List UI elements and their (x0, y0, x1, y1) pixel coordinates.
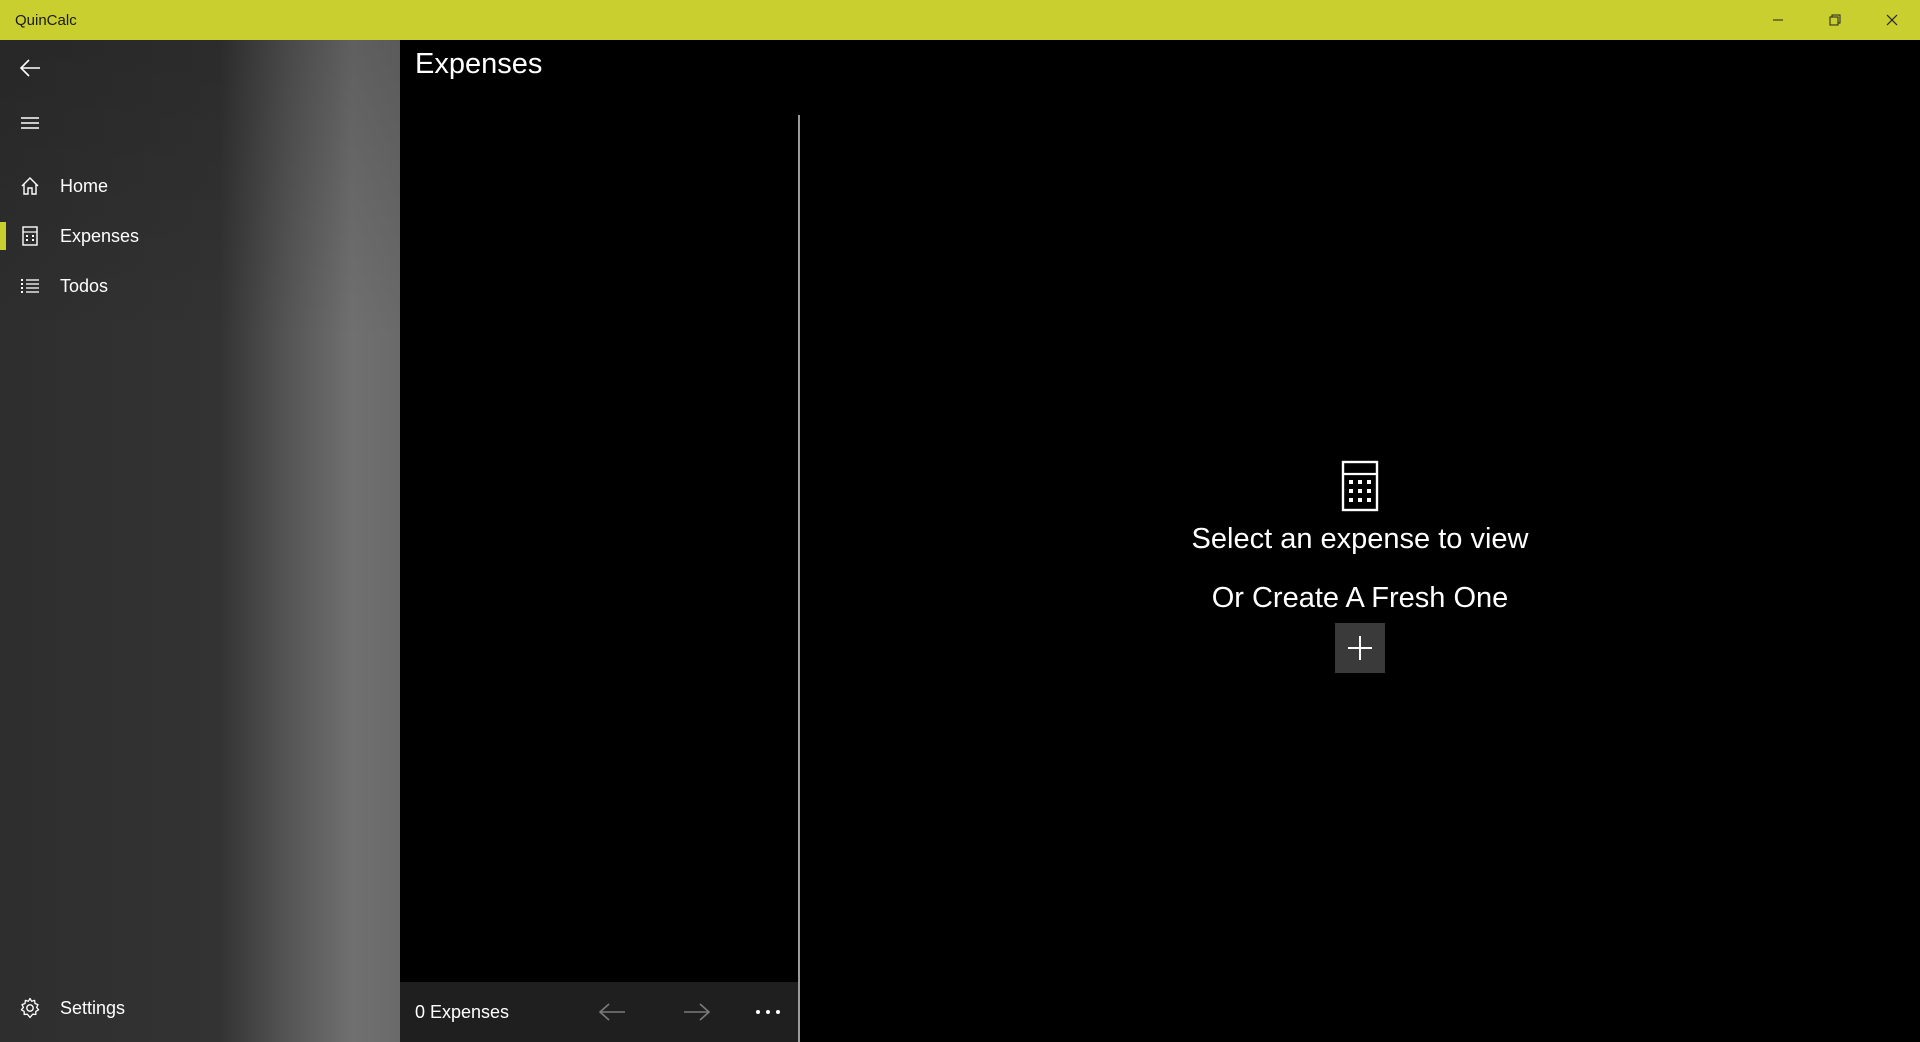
plus-icon (1348, 636, 1372, 660)
nav-item-label: Home (60, 175, 109, 196)
expense-list[interactable] (400, 115, 798, 982)
nav-item-home[interactable]: Home (0, 161, 400, 211)
restore-icon (1829, 14, 1840, 26)
nav-item-expenses[interactable]: Expenses (0, 211, 400, 261)
hamburger-icon (21, 117, 39, 129)
restore-button[interactable] (1806, 0, 1863, 40)
next-button[interactable] (669, 988, 725, 1036)
arrow-left-icon (598, 1003, 625, 1021)
app-title: QuinCalc (15, 11, 77, 29)
minimize-icon (1772, 19, 1783, 21)
navigation-pane: Home Expenses Todos Settings (0, 40, 400, 1042)
nav-item-label: Todos (60, 275, 109, 296)
calculator-icon (1341, 460, 1379, 517)
home-icon (0, 176, 60, 196)
selection-indicator (0, 222, 6, 250)
nav-item-settings[interactable]: Settings (0, 983, 400, 1033)
add-expense-button[interactable] (1335, 623, 1385, 673)
arrow-right-icon (684, 1003, 711, 1021)
previous-button[interactable] (584, 988, 640, 1036)
hamburger-menu-button[interactable] (0, 99, 60, 147)
page-title: Expenses (415, 48, 543, 80)
nav-item-label: Settings (60, 997, 126, 1018)
create-prompt: Or Create A Fresh One (1211, 582, 1509, 614)
close-icon (1886, 14, 1897, 26)
back-button[interactable] (0, 44, 60, 92)
window-controls (1749, 0, 1920, 40)
empty-state-message: Select an expense to view (1191, 523, 1529, 555)
nav-item-label: Expenses (60, 225, 140, 246)
command-bar: 0 Expenses (400, 982, 798, 1042)
calculator-icon (0, 226, 60, 246)
title-bar: QuinCalc (0, 0, 1920, 40)
expense-count: 0 Expenses (415, 1002, 510, 1022)
back-arrow-icon (19, 59, 40, 77)
close-button[interactable] (1863, 0, 1920, 40)
nav-item-todos[interactable]: Todos (0, 261, 400, 311)
minimize-button[interactable] (1749, 0, 1806, 40)
empty-state: Select an expense to view Or Create A Fr… (800, 460, 1920, 673)
gear-icon (0, 997, 60, 1019)
more-icon (756, 1010, 780, 1014)
list-icon (0, 278, 60, 294)
more-options-button[interactable] (740, 988, 796, 1036)
